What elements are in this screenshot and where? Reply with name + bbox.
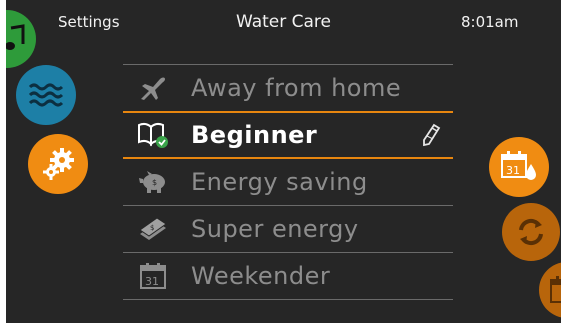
svg-text:31: 31: [145, 275, 159, 288]
schedule-button-partial[interactable]: [539, 262, 561, 318]
water-button[interactable]: [16, 65, 76, 125]
list-item-label: Weekender: [191, 262, 331, 290]
airplane-icon: [141, 77, 165, 100]
calendar-water-icon: 31: [501, 151, 536, 180]
calendar-partial-icon: [550, 276, 561, 303]
svg-text:31: 31: [506, 164, 520, 177]
svg-text:$: $: [150, 224, 154, 232]
settings-button[interactable]: [28, 134, 88, 194]
svg-text:$: $: [152, 178, 157, 187]
water-waves-icon: [28, 83, 64, 107]
pencil-edit-icon[interactable]: [421, 123, 441, 147]
list-item-label: Beginner: [191, 121, 318, 149]
calendar-31-icon: 31: [140, 263, 166, 289]
list-item-away-from-home[interactable]: Away from home: [123, 64, 453, 111]
music-icon: [6, 24, 25, 50]
list-item-beginner[interactable]: Beginner: [123, 111, 453, 159]
list-item-label: Super energy: [191, 215, 359, 243]
list-item-energy-saving[interactable]: $ Energy saving: [123, 159, 453, 205]
list-item-label: Energy saving: [191, 168, 368, 196]
water-care-screen: Settings Water Care 8:01am Away from hom…: [6, 0, 561, 323]
list-item-super-energy[interactable]: $ Super energy: [123, 205, 453, 252]
clock-time: 8:01am: [461, 13, 519, 31]
filter-cycle-button[interactable]: [502, 203, 560, 261]
list-item-weekender[interactable]: 31 Weekender: [123, 252, 453, 300]
water-care-schedule-button[interactable]: 31: [489, 137, 549, 197]
refresh-icon: [519, 218, 543, 246]
gear-icon: [43, 148, 74, 180]
water-care-mode-list: Away from home Beginner $ Energy saving …: [123, 64, 453, 300]
piggy-bank-icon: $: [139, 171, 165, 193]
list-item-label: Away from home: [191, 74, 402, 102]
book-check-icon: [138, 122, 168, 148]
money-stack-icon: $: [139, 217, 167, 240]
